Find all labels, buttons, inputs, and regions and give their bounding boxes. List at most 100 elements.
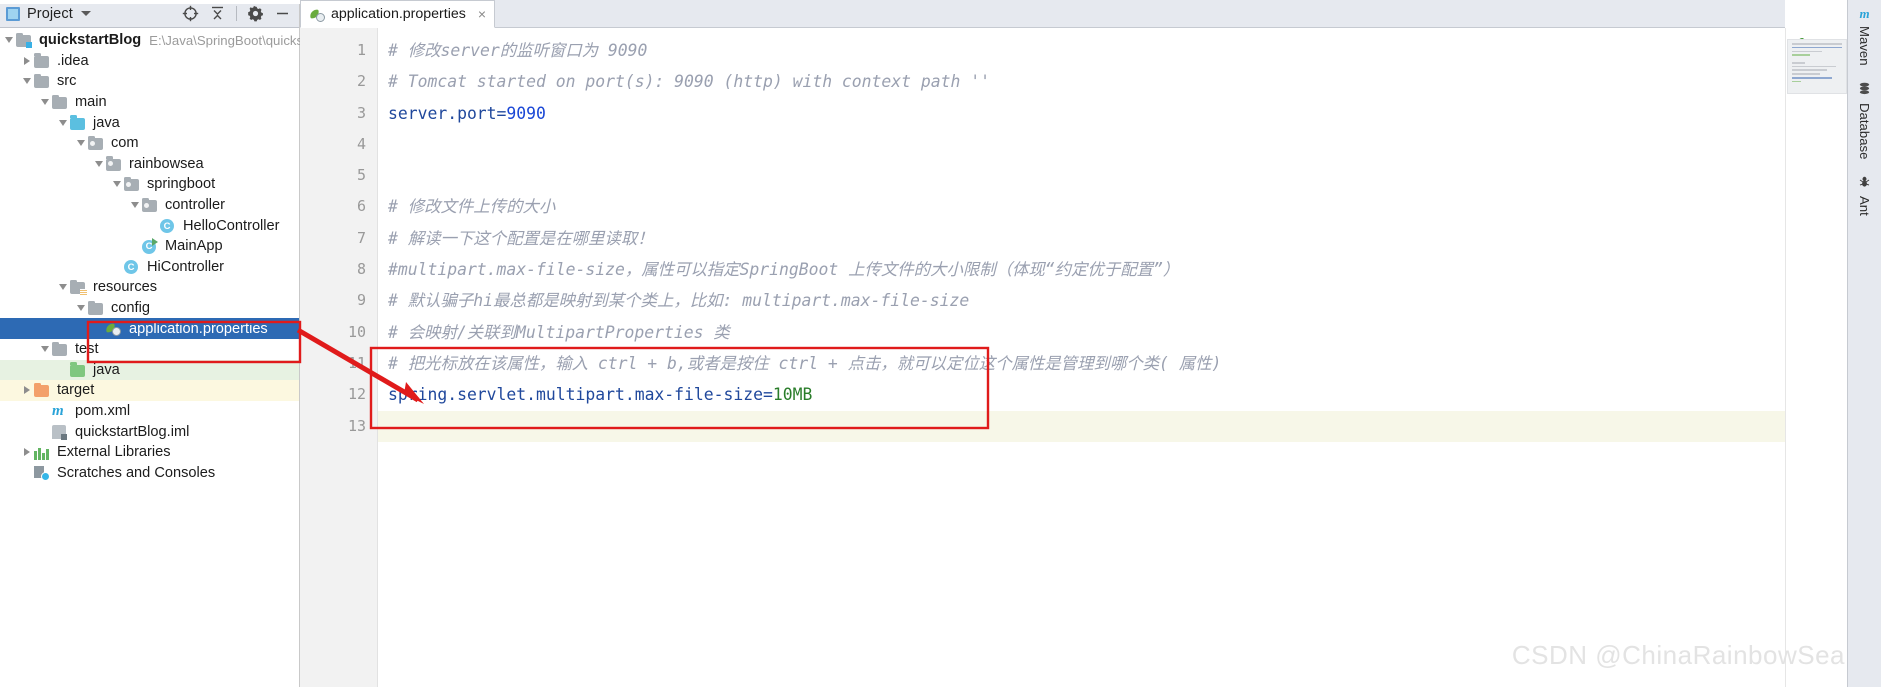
tool-tab-database[interactable]: Database <box>1857 82 1872 159</box>
code-line[interactable] <box>378 410 1785 442</box>
folder-icon <box>34 73 49 89</box>
csdn-watermark: CSDN @ChinaRainbowSea <box>1511 640 1845 670</box>
collapse-arrow-icon[interactable] <box>56 112 70 133</box>
tree-item-quickstartblog[interactable]: quickstartBlog E:\Java\SpringBoot\quickst… <box>0 30 314 51</box>
line-number: 3 <box>356 103 366 122</box>
tree-item-src[interactable]: src <box>0 71 299 92</box>
expand-arrow-icon[interactable] <box>20 380 34 401</box>
tab-application-properties[interactable]: application.properties × <box>300 0 496 28</box>
tree-item-icon-wrap <box>70 279 89 297</box>
code-token: # 修改server的监听窗口为 9090 <box>388 41 648 60</box>
source-folder-icon <box>70 115 85 130</box>
tree-item-icon-wrap: C <box>160 218 179 234</box>
editor-scrollbar-column[interactable]: ✔ <box>1785 28 1847 687</box>
code-token: # 修改文件上传的大小 <box>388 197 556 217</box>
tree-item-springboot[interactable]: springboot <box>0 174 299 195</box>
package-icon <box>124 176 139 192</box>
collapse-arrow-icon[interactable] <box>92 154 106 175</box>
tree-item-quickstartblog-iml[interactable]: quickstartBlog.iml <box>0 421 299 442</box>
tree-item-label: Scratches and Consoles <box>57 464 216 481</box>
project-tree[interactable]: quickstartBlog E:\Java\SpringBoot\quickst… <box>0 28 314 483</box>
collapse-arrow-icon[interactable] <box>110 174 124 195</box>
code-line[interactable]: # 解读一下这个配置是在哪里读取！ <box>378 223 1785 254</box>
spring-properties-icon <box>105 322 121 337</box>
code-preview-minimap[interactable] <box>1787 39 1847 94</box>
tree-item-external-libraries[interactable]: External Libraries <box>0 442 299 463</box>
collapse-arrow-icon[interactable] <box>38 92 52 113</box>
tree-item-java[interactable]: java <box>0 359 299 381</box>
collapse-arrow-icon[interactable] <box>38 339 52 360</box>
tree-item-icon-wrap <box>34 465 53 482</box>
code-line[interactable]: # 修改server的监听窗口为 9090 <box>378 35 1785 66</box>
minimize-icon[interactable] <box>274 5 291 22</box>
code-editor[interactable]: 1 2 3 4 5 6 7 8 9 10 11 12 13 # 修改server的监听窗口为 9090 #… <box>300 28 1785 687</box>
iml-module-icon <box>52 425 67 441</box>
code-line[interactable]: # 把光标放在该属性，输入 ctrl + b,或者是按住 ctrl + 点击，就… <box>378 348 1785 379</box>
collapse-arrow-icon[interactable] <box>2 30 16 51</box>
collapse-arrow-icon[interactable] <box>20 71 34 92</box>
code-line[interactable]: # 会映射/关联到MultipartProperties 类 <box>378 317 1785 348</box>
code-line[interactable]: # Tomcat started on port(s): 9090 (http)… <box>378 66 1785 97</box>
module-folder-icon <box>16 32 32 49</box>
expand-arrow-icon[interactable] <box>20 442 34 463</box>
tree-item-hicontroller[interactable]: C HiController <box>0 257 299 278</box>
close-icon[interactable]: × <box>478 7 486 21</box>
code-line[interactable]: #multipart.max-file-size，属性可以指定SpringBoo… <box>378 254 1785 285</box>
tree-item-scratches-and-consoles[interactable]: Scratches and Consoles <box>0 462 299 483</box>
tree-item-icon-wrap <box>142 197 161 213</box>
tool-tab-ant[interactable]: Ant <box>1857 175 1872 216</box>
code-line[interactable] <box>378 160 1785 191</box>
tree-item-resources[interactable]: resources <box>0 277 299 298</box>
code-content[interactable]: # 修改server的监听窗口为 9090 # Tomcat started on… <box>378 28 1785 687</box>
collapse-arrow-icon[interactable] <box>74 298 88 319</box>
tool-tab-label: Database <box>1857 102 1872 160</box>
tree-item-pom-xml[interactable]: m pom.xml <box>0 401 299 422</box>
code-line[interactable] <box>378 129 1785 160</box>
code-token: #multipart.max-file-size，属性可以指定SpringBoo… <box>388 260 1180 280</box>
expand-arrow-icon[interactable] <box>20 51 34 72</box>
collapse-all-icon[interactable] <box>209 5 226 22</box>
tree-item-icon-wrap <box>70 362 89 377</box>
tree-item-rainbowsea[interactable]: rainbowsea <box>0 154 299 175</box>
tree-item-label: rainbowsea <box>129 155 204 172</box>
tree-item-label: java <box>93 361 120 378</box>
tree-item-label: src <box>57 73 77 90</box>
tree-item-java[interactable]: java <box>0 112 299 133</box>
tree-item-idea[interactable]: .idea <box>0 51 299 72</box>
tree-item-application-properties[interactable]: application.properties <box>0 318 299 339</box>
code-line[interactable]: # 修改文件上传的大小 <box>378 191 1785 222</box>
collapse-arrow-icon[interactable] <box>56 277 70 298</box>
tree-item-label: java <box>93 114 120 131</box>
code-token: spring.servlet.multipart.max-file-size= <box>388 385 773 405</box>
line-number: 7 <box>356 228 366 247</box>
tree-item-mainapp[interactable]: C MainApp <box>0 236 299 257</box>
tree-item-hellocontroller[interactable]: C HelloController <box>0 215 299 236</box>
collapse-arrow-icon[interactable] <box>74 133 88 154</box>
tree-item-icon-wrap <box>52 341 71 357</box>
code-line[interactable]: spring.servlet.multipart.max-file-size=1… <box>378 379 1785 410</box>
project-toolbar: Project <box>0 0 299 28</box>
gear-icon[interactable] <box>247 5 264 22</box>
tree-item-com[interactable]: com <box>0 133 299 154</box>
line-number: 1 <box>356 41 366 59</box>
tree-item-config[interactable]: config <box>0 298 299 319</box>
project-tool-window: Project quickstartBlog E:\Java\SpringBoot… <box>0 0 314 687</box>
tree-item-controller[interactable]: controller <box>0 195 299 216</box>
libraries-icon <box>34 447 49 460</box>
chevron-down-icon[interactable] <box>80 11 91 16</box>
tree-item-target[interactable]: target <box>0 380 299 401</box>
tree-item-label: com <box>111 135 139 152</box>
scratches-icon <box>34 466 50 482</box>
project-panel-title: Project <box>27 5 73 22</box>
tool-tab-maven[interactable]: m Maven <box>1857 7 1872 66</box>
code-line[interactable]: server.port=9090 <box>378 98 1785 129</box>
collapse-arrow-icon[interactable] <box>128 195 142 216</box>
tree-item-icon-wrap <box>105 321 125 337</box>
tree-item-test[interactable]: test <box>0 339 299 360</box>
tree-item-main[interactable]: main <box>0 92 299 113</box>
code-line[interactable]: # 默认骗子hi最总都是映射到某个类上，比如: multipart.max-fi… <box>378 285 1785 316</box>
line-number: 9 <box>356 291 366 310</box>
crosshair-target-icon[interactable] <box>182 5 199 22</box>
